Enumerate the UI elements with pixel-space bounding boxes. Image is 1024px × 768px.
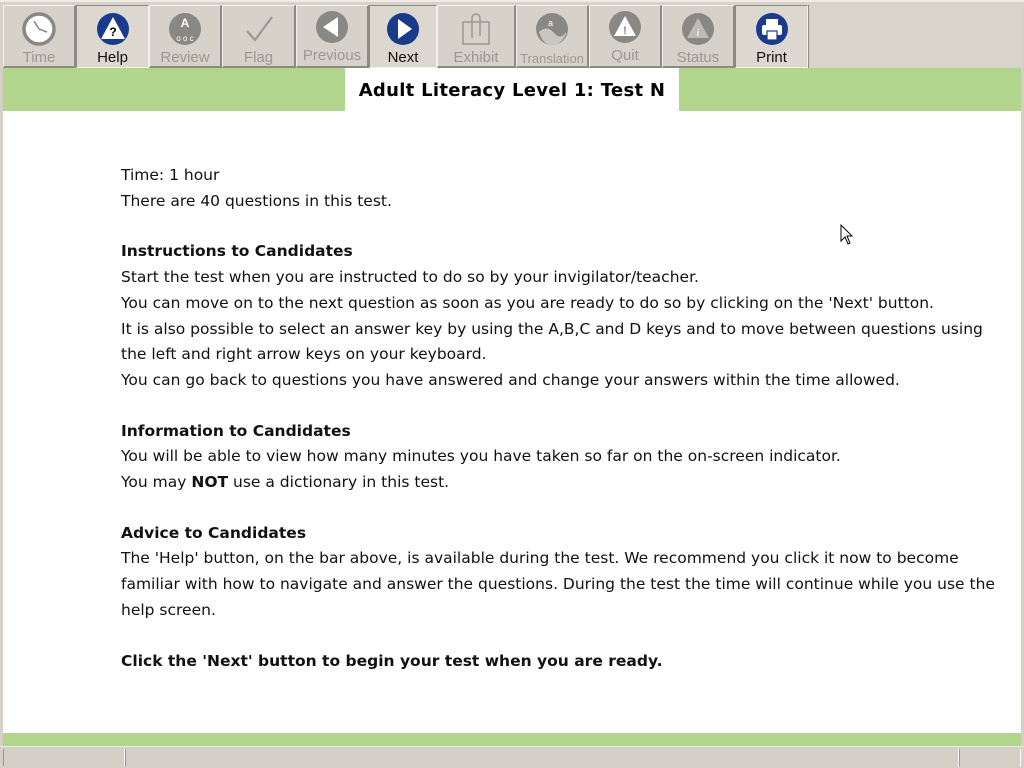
info-triangle-icon: i [680,11,716,47]
time-line: Time: 1 hour [121,166,220,184]
advice-text: The 'Help' button, on the bar above, is … [121,549,995,619]
previous-label: Previous [302,47,362,64]
arrow-left-icon [314,9,350,45]
page-title-box: Adult Literacy Level 1: Test N [345,68,679,112]
svg-text:i: i [696,27,699,39]
instruction-line: You can go back to questions you have an… [121,370,900,389]
warning-icon: ! [607,9,643,45]
printer-icon [754,11,790,47]
review-icon: Ao o c [167,11,203,47]
arrow-right-icon [385,11,421,47]
svg-text:a: a [548,18,553,28]
information-heading: Information to Candidates [121,421,351,440]
closing-line: Click the 'Next' button to begin your te… [121,651,663,670]
status-bar [0,746,1024,768]
status-label: Status [676,49,720,66]
instruction-line: Start the test when you are instructed t… [121,268,699,287]
flag-button[interactable]: Flag [222,5,296,68]
svg-text:A: A [181,16,190,30]
help-triangle-icon: ? [95,11,131,47]
instruction-line: You can move on to the next question as … [121,293,934,312]
not-emphasis: NOT [191,473,229,492]
exhibit-button[interactable]: Exhibit [437,5,516,68]
status-cell-main [125,749,959,766]
clock-icon [21,11,57,47]
time-button[interactable]: Time [3,5,76,68]
quit-label: Quit [611,47,639,64]
next-label: Next [387,49,419,66]
instruction-line: It is also possible to select an answer … [121,319,983,364]
status-button[interactable]: i Status [662,5,735,68]
dictionary-prefix: You may [121,473,192,492]
exhibit-label: Exhibit [453,49,499,66]
instructions-heading: Instructions to Candidates [121,242,353,261]
print-label: Print [756,49,787,66]
time-label: Time [22,49,56,66]
help-button[interactable]: ? Help [76,5,149,68]
mouse-cursor-icon [840,224,854,245]
svg-text:?: ? [109,25,116,39]
footer-band [3,733,1021,746]
help-label: Help [97,49,128,66]
flag-label: Flag [243,49,274,66]
print-button[interactable]: Print [735,5,808,68]
translation-label: Translation [520,51,584,66]
toolbar: Time ? Help Ao o c Review Flag Previous … [0,0,1024,68]
questions-line: There are 40 questions in this test. [121,191,392,210]
instructions-text: Time: 1 hour There are 40 questions in t… [121,163,1001,674]
translation-icon: a [534,11,570,46]
information-line: You will be able to view how many minute… [121,447,841,466]
review-button[interactable]: Ao o c Review [149,5,222,68]
toolbar-filler [808,5,1022,68]
previous-button[interactable]: Previous [296,5,369,68]
translation-button[interactable]: a Translation [516,5,589,68]
quit-button[interactable]: ! Quit [589,5,662,68]
content-panel: Time: 1 hour There are 40 questions in t… [3,111,1021,733]
next-button[interactable]: Next [369,5,437,68]
dictionary-line: You may NOT use a dictionary in this tes… [121,470,1001,496]
advice-heading: Advice to Candidates [121,523,307,542]
dictionary-suffix: use a dictionary in this test. [228,473,450,492]
svg-text:o o c: o o c [176,34,193,43]
status-cell-right [959,749,1021,766]
svg-text:!: ! [623,25,627,37]
review-label: Review [160,49,210,66]
page-title: Adult Literacy Level 1: Test N [358,79,666,101]
checkmark-icon [241,11,277,47]
status-cell-left [3,749,125,766]
paperclip-icon [458,11,494,47]
